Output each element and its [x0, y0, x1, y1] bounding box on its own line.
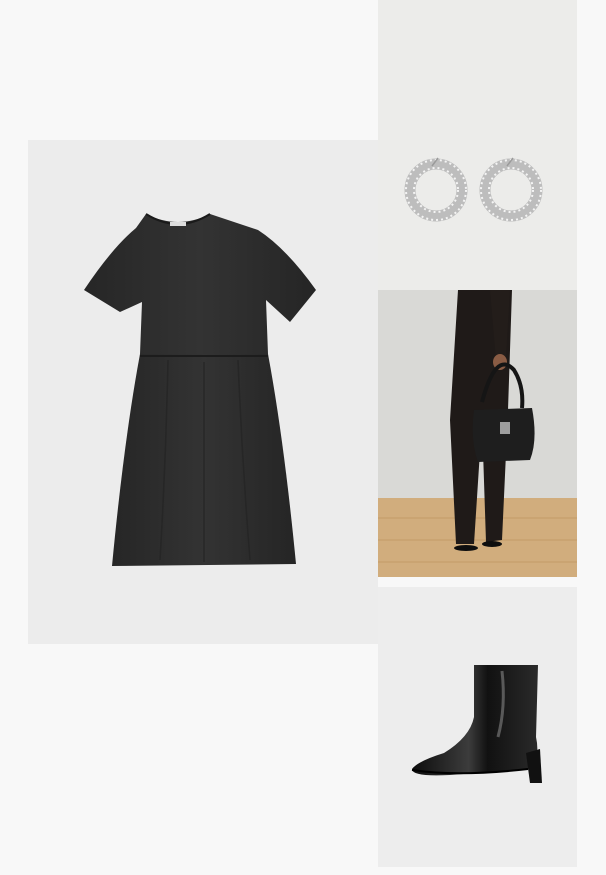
boot-product-tile[interactable] — [378, 587, 577, 867]
earrings-image — [404, 157, 543, 222]
boot-image — [411, 665, 542, 783]
dress-product-tile[interactable] — [28, 140, 378, 644]
bag-image — [378, 290, 577, 577]
earrings-product-tile[interactable] — [378, 0, 577, 290]
bag-product-tile[interactable] — [378, 290, 577, 577]
dress-image — [84, 213, 316, 566]
